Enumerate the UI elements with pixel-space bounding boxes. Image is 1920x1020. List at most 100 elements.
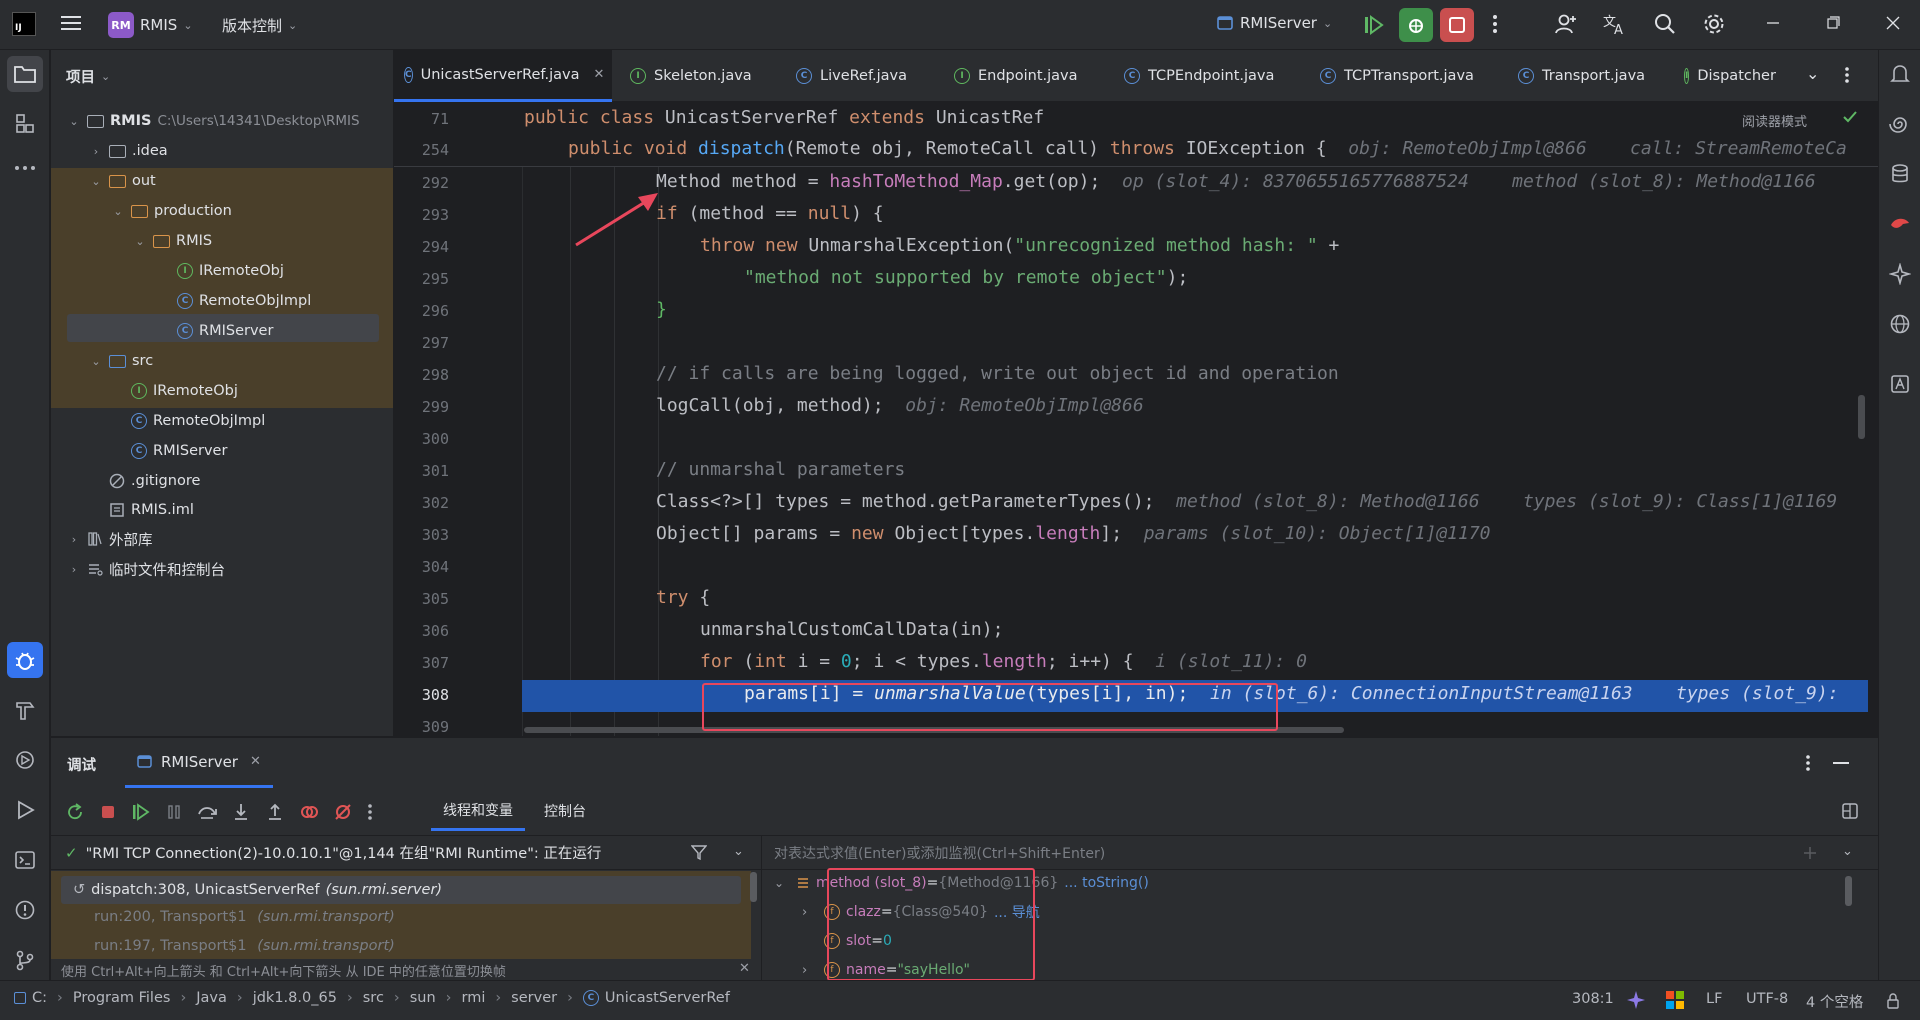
tab-transport[interactable]: C Transport.java [1508, 50, 1655, 102]
structure-tool-button[interactable] [7, 106, 43, 142]
tabs-dropdown-icon[interactable]: ⌄ [1806, 64, 1819, 83]
close-tab-icon[interactable]: ✕ [593, 67, 604, 82]
services-tool-button[interactable] [7, 742, 43, 778]
git-tool-button[interactable] [7, 942, 43, 978]
tree-item-iremoteobj-src[interactable]: I IRemoteObj [131, 377, 238, 405]
tab-tcptransport[interactable]: C TCPTransport.java [1310, 50, 1484, 102]
run-tool-button[interactable] [7, 792, 43, 828]
project-tool-button[interactable] [7, 56, 43, 92]
plugin-tool-button[interactable] [1882, 256, 1918, 292]
hide-panel-icon[interactable] [1833, 762, 1849, 764]
file-encoding[interactable]: UTF-8 [1746, 991, 1788, 1007]
tree-item-idea[interactable]: › .idea [89, 137, 168, 165]
close-window-icon[interactable] [1886, 16, 1900, 30]
tree-item-production[interactable]: ⌄ production [111, 197, 231, 225]
breadcrumb-item[interactable]: C: [32, 990, 47, 1006]
tree-item-src[interactable]: ⌄ src [89, 347, 153, 375]
tree-item-rmiserver-src[interactable]: C RMIServer [131, 437, 227, 465]
tab-dispatcher[interactable]: I Dispatcher [1674, 50, 1784, 102]
ai-status-icon[interactable] [1626, 990, 1646, 1010]
more-actions-icon[interactable] [1492, 13, 1498, 35]
tab-skeleton[interactable]: I Skeleton.java [620, 50, 762, 102]
step-into-icon[interactable] [231, 802, 251, 822]
ai-assistant-tool-button[interactable] [1882, 106, 1918, 142]
tree-item-external-libraries[interactable]: › 外部库 [67, 525, 153, 553]
code-editor[interactable]: 71 public class UnicastServerRef extends… [394, 103, 1878, 736]
caret-position[interactable]: 308:1 [1572, 991, 1614, 1007]
stop-button[interactable] [1440, 8, 1474, 42]
main-menu-icon[interactable] [60, 13, 82, 33]
breadcrumb-item[interactable]: Program Files [73, 990, 171, 1006]
resume-icon[interactable] [131, 802, 151, 822]
font-tool-button[interactable] [1882, 366, 1918, 402]
debug-tool-button[interactable] [7, 642, 43, 678]
read-only-lock-icon[interactable] [1886, 993, 1900, 1009]
frame-row[interactable]: run:200, Transport$1 (sun.rmi.transport) [94, 909, 395, 925]
problems-tool-button[interactable] [7, 892, 43, 928]
terminal-tool-button[interactable] [7, 842, 43, 878]
tabs-more-icon[interactable] [1844, 66, 1850, 84]
vcs-menu[interactable]: 版本控制 ⌄ [222, 15, 297, 36]
reader-mode-toggle[interactable]: 阅读器模式 [1742, 111, 1807, 130]
tree-item-rmiserver-out[interactable]: C RMIServer [177, 317, 273, 345]
tab-debug-session[interactable]: RMIServer ✕ [125, 738, 273, 788]
add-watch-icon[interactable] [1802, 845, 1818, 861]
indent-setting[interactable]: 4 个空格 [1806, 991, 1863, 1012]
chevron-down-icon[interactable]: ⌄ [1842, 844, 1853, 859]
tab-liveref[interactable]: C LiveRef.java [786, 50, 917, 102]
tree-item-gitignore[interactable]: .gitignore [109, 467, 200, 495]
resume-icon[interactable] [1362, 13, 1386, 37]
run-config-selector[interactable]: RMIServer ⌄ [1216, 14, 1332, 32]
tree-item-rmis-package[interactable]: ⌄ RMIS [133, 227, 212, 255]
subtab-console[interactable]: 控制台 [532, 791, 598, 831]
more-tools-button[interactable] [7, 150, 43, 186]
breadcrumb-item[interactable]: server [511, 990, 557, 1006]
panel-options-icon[interactable] [1805, 754, 1811, 772]
filter-icon[interactable] [691, 844, 707, 860]
breadcrumb-item[interactable]: rmi [461, 990, 485, 1006]
close-tab-icon[interactable]: ✕ [250, 754, 261, 769]
maven-tool-button[interactable] [1882, 206, 1918, 242]
add-user-icon[interactable] [1554, 12, 1578, 36]
chevron-down-icon[interactable]: ⌄ [733, 844, 744, 859]
search-icon[interactable] [1654, 13, 1676, 35]
breadcrumb-item[interactable]: src [363, 990, 384, 1006]
thread-selector[interactable]: ✓ "RMI TCP Connection(2)-10.0.10.1"@1,14… [51, 836, 761, 870]
frame-row-selected[interactable]: ↺ dispatch:308, UnicastServerRef (sun.rm… [61, 876, 741, 904]
frame-row[interactable]: run:197, Transport$1 (sun.rmi.transport) [94, 938, 395, 958]
tree-item-out[interactable]: ⌄ out [89, 167, 155, 195]
vertical-scrollbar[interactable] [1858, 395, 1865, 439]
close-hint-icon[interactable]: ✕ [739, 961, 750, 976]
build-tool-button[interactable] [7, 692, 43, 728]
tree-item-iremoteobj-out[interactable]: I IRemoteObj [177, 257, 284, 285]
tree-item-remoteobjimpl-out[interactable]: C RemoteObjImpl [177, 287, 311, 315]
tree-item-iml[interactable]: RMIS.iml [109, 496, 194, 524]
breadcrumb-item[interactable]: Java [196, 990, 227, 1006]
database-tool-button[interactable] [1882, 156, 1918, 192]
breadcrumb-item[interactable]: jdk1.8.0_65 [253, 990, 337, 1006]
step-over-icon[interactable] [197, 802, 217, 822]
project-switcher[interactable]: RM RMIS ⌄ [108, 12, 193, 38]
project-panel-header[interactable]: 项目 ⌄ [66, 66, 110, 87]
inspection-ok-icon[interactable] [1842, 109, 1858, 125]
windows-plugin-icon[interactable] [1666, 991, 1684, 1009]
frames-scrollbar[interactable] [750, 872, 757, 902]
view-breakpoints-icon[interactable] [299, 802, 319, 822]
mute-breakpoints-icon[interactable] [333, 802, 353, 822]
pause-icon[interactable] [165, 803, 183, 821]
subtab-threads-variables[interactable]: 线程和变量 [431, 791, 525, 831]
more-debug-actions-icon[interactable] [367, 803, 373, 821]
maximize-icon[interactable] [1826, 16, 1840, 30]
tab-endpoint[interactable]: I Endpoint.java [944, 50, 1088, 102]
evaluate-expression-field[interactable]: 对表达式求值(Enter)或添加监视(Ctrl+Shift+Enter) [762, 836, 1878, 870]
step-out-icon[interactable] [265, 802, 285, 822]
tab-unicastserverref[interactable]: C UnicastServerRef.java ✕ [394, 50, 612, 102]
layout-settings-icon[interactable] [1841, 802, 1859, 820]
to-string-link[interactable]: ... toString() [1064, 875, 1149, 891]
settings-gear-icon[interactable] [1703, 13, 1725, 35]
tree-item-rmis-root[interactable]: ⌄ RMIS C:\Users\14341\Desktop\RMIS [67, 107, 359, 135]
translate-icon[interactable]: 文A [1602, 12, 1628, 36]
debug-rerun-button[interactable] [1399, 8, 1433, 42]
breadcrumb-item[interactable]: UnicastServerRef [605, 990, 730, 1006]
tree-item-remoteobjimpl-src[interactable]: C RemoteObjImpl [131, 407, 265, 435]
